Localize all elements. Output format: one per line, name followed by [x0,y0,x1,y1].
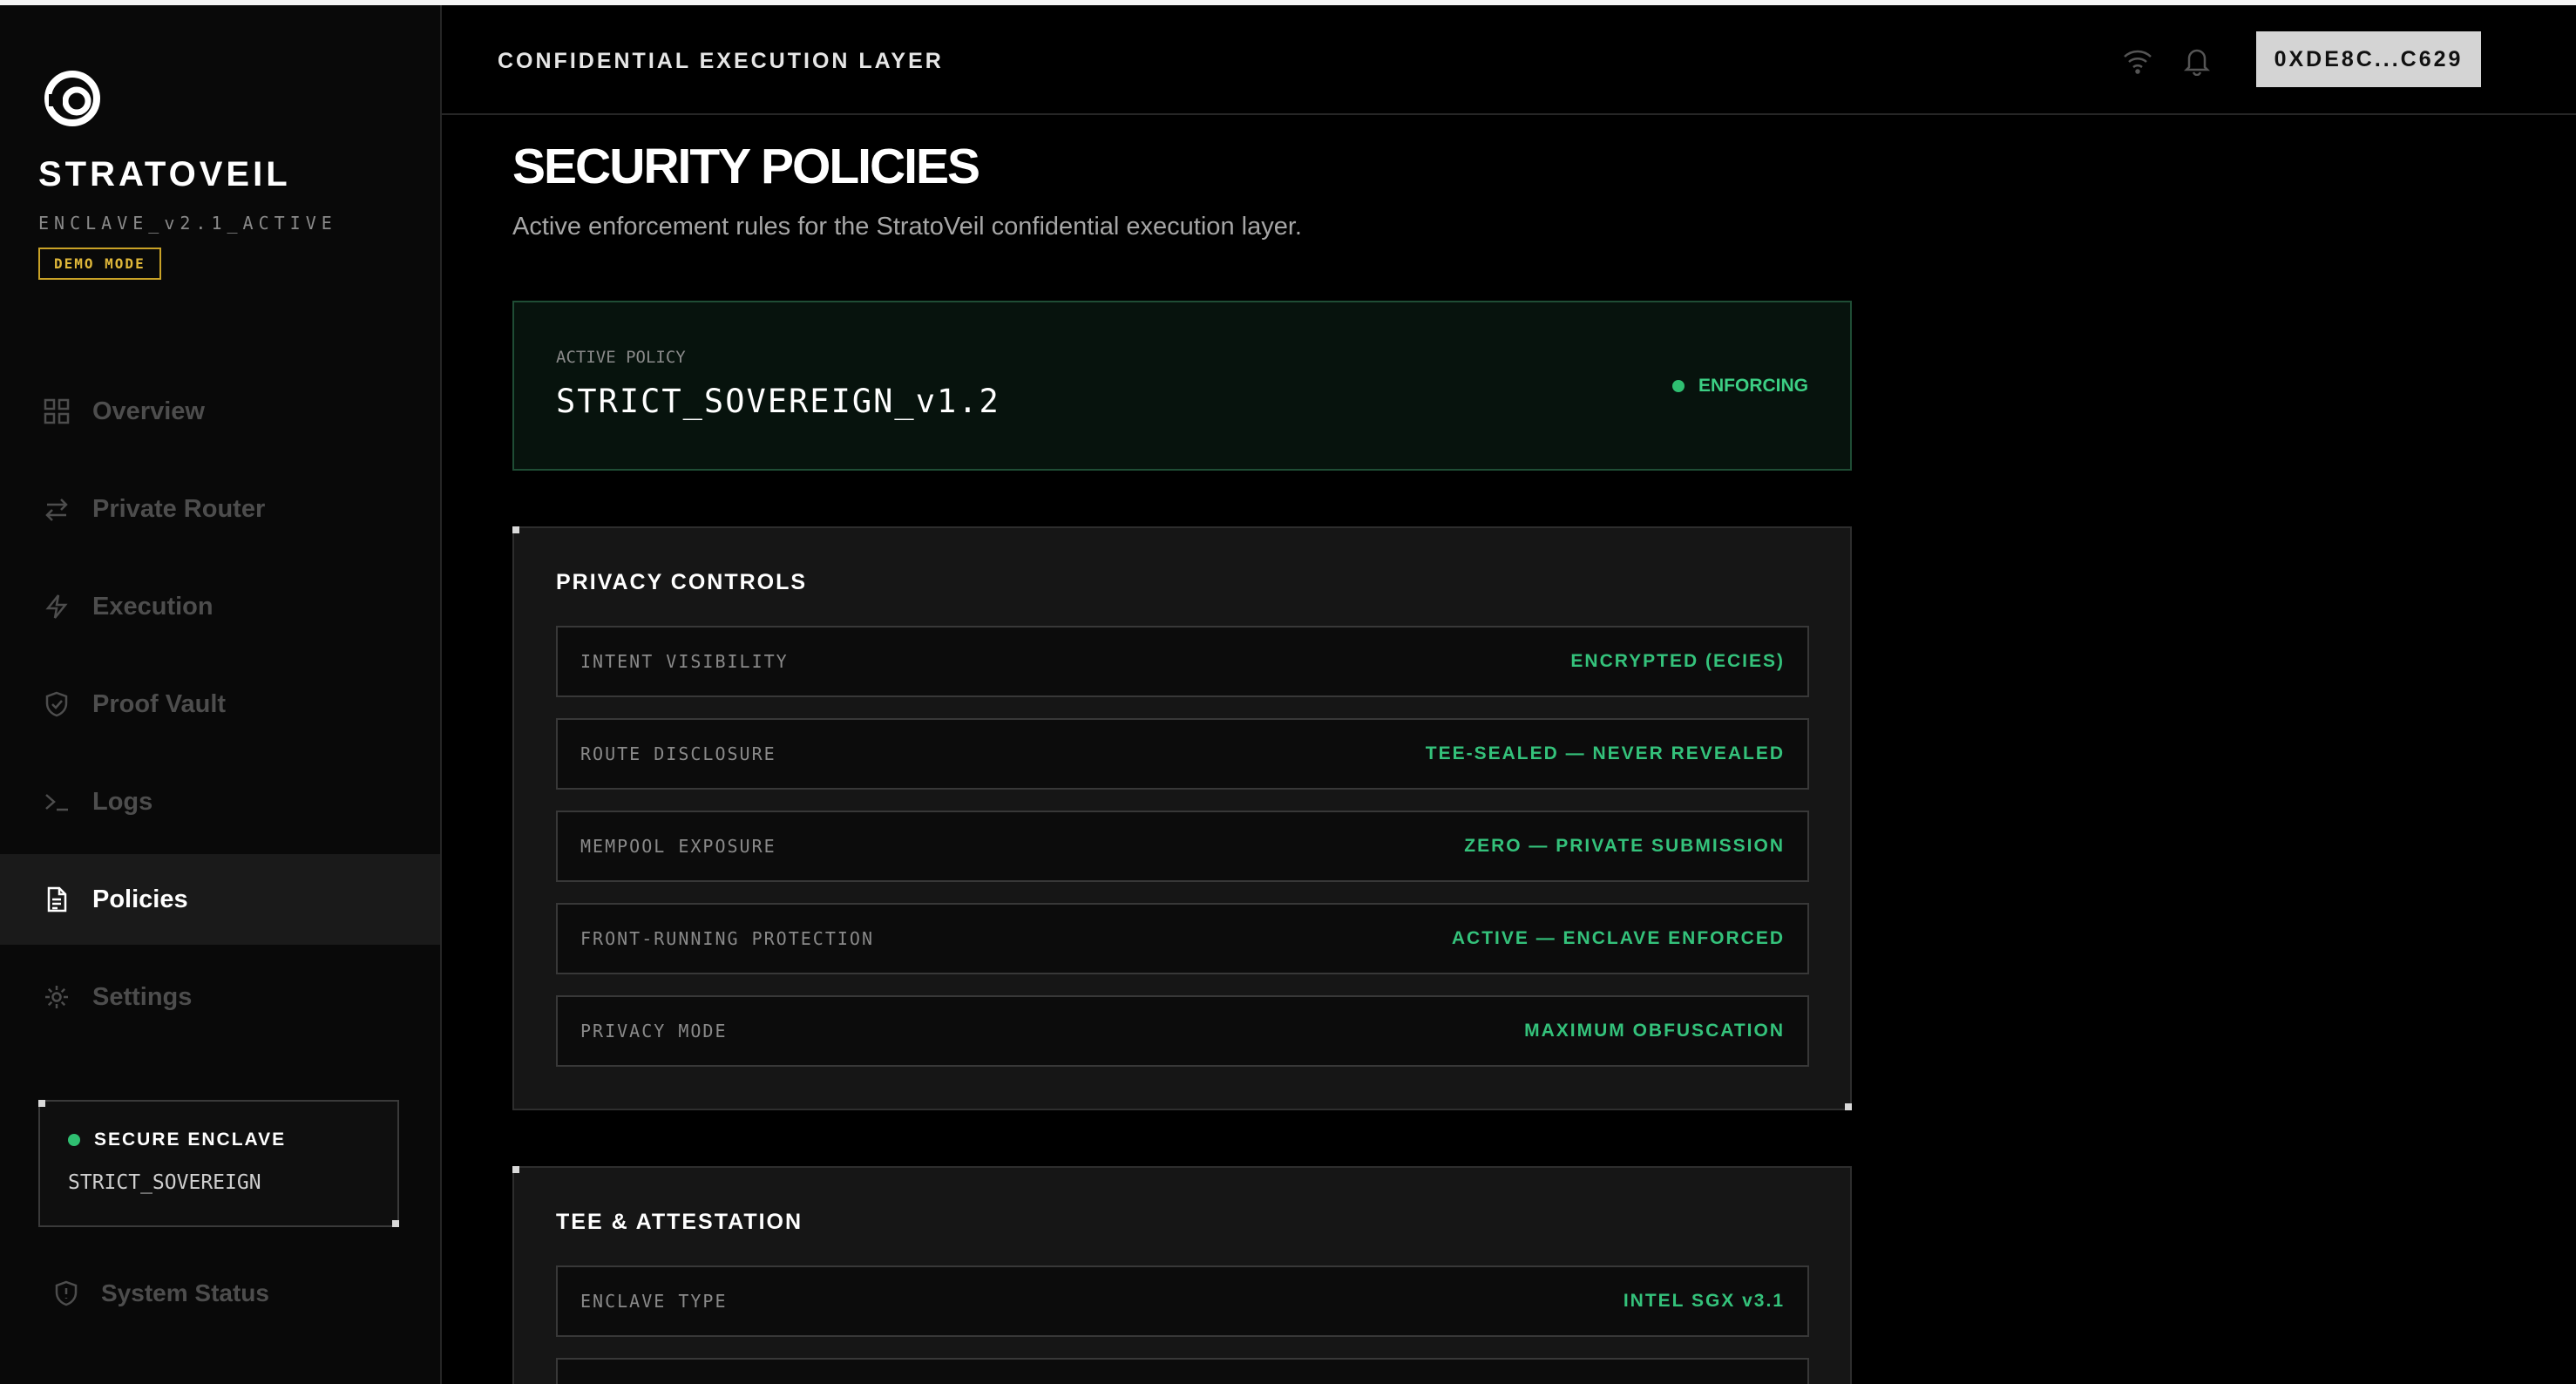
policy-row: ROUTE DISCLOSURE TEE-SEALED — NEVER REVE… [556,718,1809,790]
enclave-title-text: SECURE ENCLAVE [94,1130,287,1150]
sidebar-item-label: Logs [92,787,153,816]
secure-enclave-card: SECURE ENCLAVE STRICT_SOVEREIGN [38,1100,399,1227]
enclave-title: SECURE ENCLAVE [68,1130,286,1150]
sidebar-item-label: Overview [92,397,205,425]
system-status-link[interactable]: System Status [52,1279,269,1307]
shield-check-icon [42,689,71,719]
page-title: SECURITY POLICIES [512,139,980,194]
policy-value: TEE-SEALED — NEVER REVEALED [1425,743,1785,763]
sidebar-item-logs[interactable]: Logs [0,756,440,847]
sidebar-item-label: Proof Vault [92,689,227,718]
panel-corner-marker [1845,1103,1852,1110]
sidebar-item-settings[interactable]: Settings [0,952,440,1042]
swap-arrows-icon [42,494,71,524]
policy-key: ROUTE DISCLOSURE [580,743,776,764]
policy-row: FRONT-RUNNING PROTECTION ACTIVE — ENCLAV… [556,903,1809,974]
active-policy-label: ACTIVE POLICY [556,348,686,367]
sidebar-item-label: Policies [92,885,188,913]
lightning-icon [42,592,71,621]
tee-attestation-panel: TEE & ATTESTATION ENCLAVE TYPE INTEL SGX… [512,1166,1852,1384]
card-corner-marker [392,1220,399,1227]
sidebar-item-private-router[interactable]: Private Router [0,464,440,554]
status-badge: ENFORCING [1672,376,1808,397]
sidebar-item-label: Private Router [92,494,266,523]
active-policy-name: STRICT_SOVEREIGN_v1.2 [556,383,1000,420]
status-dot-icon [68,1134,80,1146]
sidebar-item-execution[interactable]: Execution [0,561,440,652]
document-icon [42,885,71,914]
enclave-version: ENCLAVE_v2.1_ACTIVE [38,213,337,234]
grid-icon [42,397,71,426]
policy-key: ENCLAVE TYPE [580,1291,728,1312]
status-dot-icon [1672,380,1685,392]
shield-alert-icon [52,1279,80,1307]
active-policy-card: ACTIVE POLICY STRICT_SOVEREIGN_v1.2 ENFO… [512,301,1852,471]
policy-row: MEMPOOL EXPOSURE ZERO — PRIVATE SUBMISSI… [556,811,1809,882]
policy-value: ACTIVE — ENCLAVE ENFORCED [1451,928,1785,948]
policy-value: MAXIMUM OBFUSCATION [1524,1021,1785,1041]
sidebar-item-proof-vault[interactable]: Proof Vault [0,659,440,750]
policy-value: INTEL SGX v3.1 [1623,1291,1785,1311]
header-title: CONFIDENTIAL EXECUTION LAYER [498,49,944,73]
sidebar: STRATOVEIL ENCLAVE_v2.1_ACTIVE DEMO MODE… [0,5,442,1384]
policy-key: INTENT VISIBILITY [580,651,789,672]
system-status-label: System Status [101,1279,269,1306]
policy-row: INTENT VISIBILITY ENCRYPTED (ECIES) [556,626,1809,697]
policy-key: MEMPOOL EXPOSURE [580,836,776,857]
sidebar-item-overview[interactable]: Overview [0,366,440,457]
panel-title: TEE & ATTESTATION [556,1210,803,1234]
gear-icon [42,982,71,1012]
policy-row: ENCLAVE TYPE INTEL SGX v3.1 [556,1265,1809,1337]
panel-corner-marker [512,1166,519,1173]
demo-mode-badge: DEMO MODE [38,248,161,280]
policy-value: ZERO — PRIVATE SUBMISSION [1464,836,1785,856]
policy-row [556,1358,1809,1384]
card-corner-marker [38,1100,45,1107]
wifi-icon[interactable] [2120,44,2155,78]
stratoveil-logo-icon [42,68,103,129]
policy-key: FRONT-RUNNING PROTECTION [580,928,874,949]
policy-key: PRIVACY MODE [580,1021,728,1041]
sidebar-item-label: Settings [92,982,193,1011]
status-badge-text: ENFORCING [1698,376,1808,396]
page-subtitle: Active enforcement rules for the StratoV… [512,213,1302,241]
sidebar-item-policies[interactable]: Policies [0,854,440,945]
wallet-address-button[interactable]: 0XDE8C...C629 [2256,31,2481,87]
brand-name: STRATOVEIL [38,155,291,193]
panel-title: PRIVACY CONTROLS [556,570,808,594]
privacy-controls-panel: PRIVACY CONTROLS INTENT VISIBILITY ENCRY… [512,526,1852,1110]
policy-row: PRIVACY MODE MAXIMUM OBFUSCATION [556,995,1809,1067]
terminal-icon [42,787,71,817]
sidebar-nav: Overview Private Router Execution Proof … [0,366,440,1049]
bell-icon[interactable] [2179,44,2214,78]
enclave-policy-value: STRICT_SOVEREIGN [68,1171,261,1194]
policy-value: ENCRYPTED (ECIES) [1570,651,1785,671]
panel-corner-marker [512,526,519,533]
top-header: CONFIDENTIAL EXECUTION LAYER 0XDE8C...C6… [442,5,2576,115]
sidebar-item-label: Execution [92,592,214,621]
